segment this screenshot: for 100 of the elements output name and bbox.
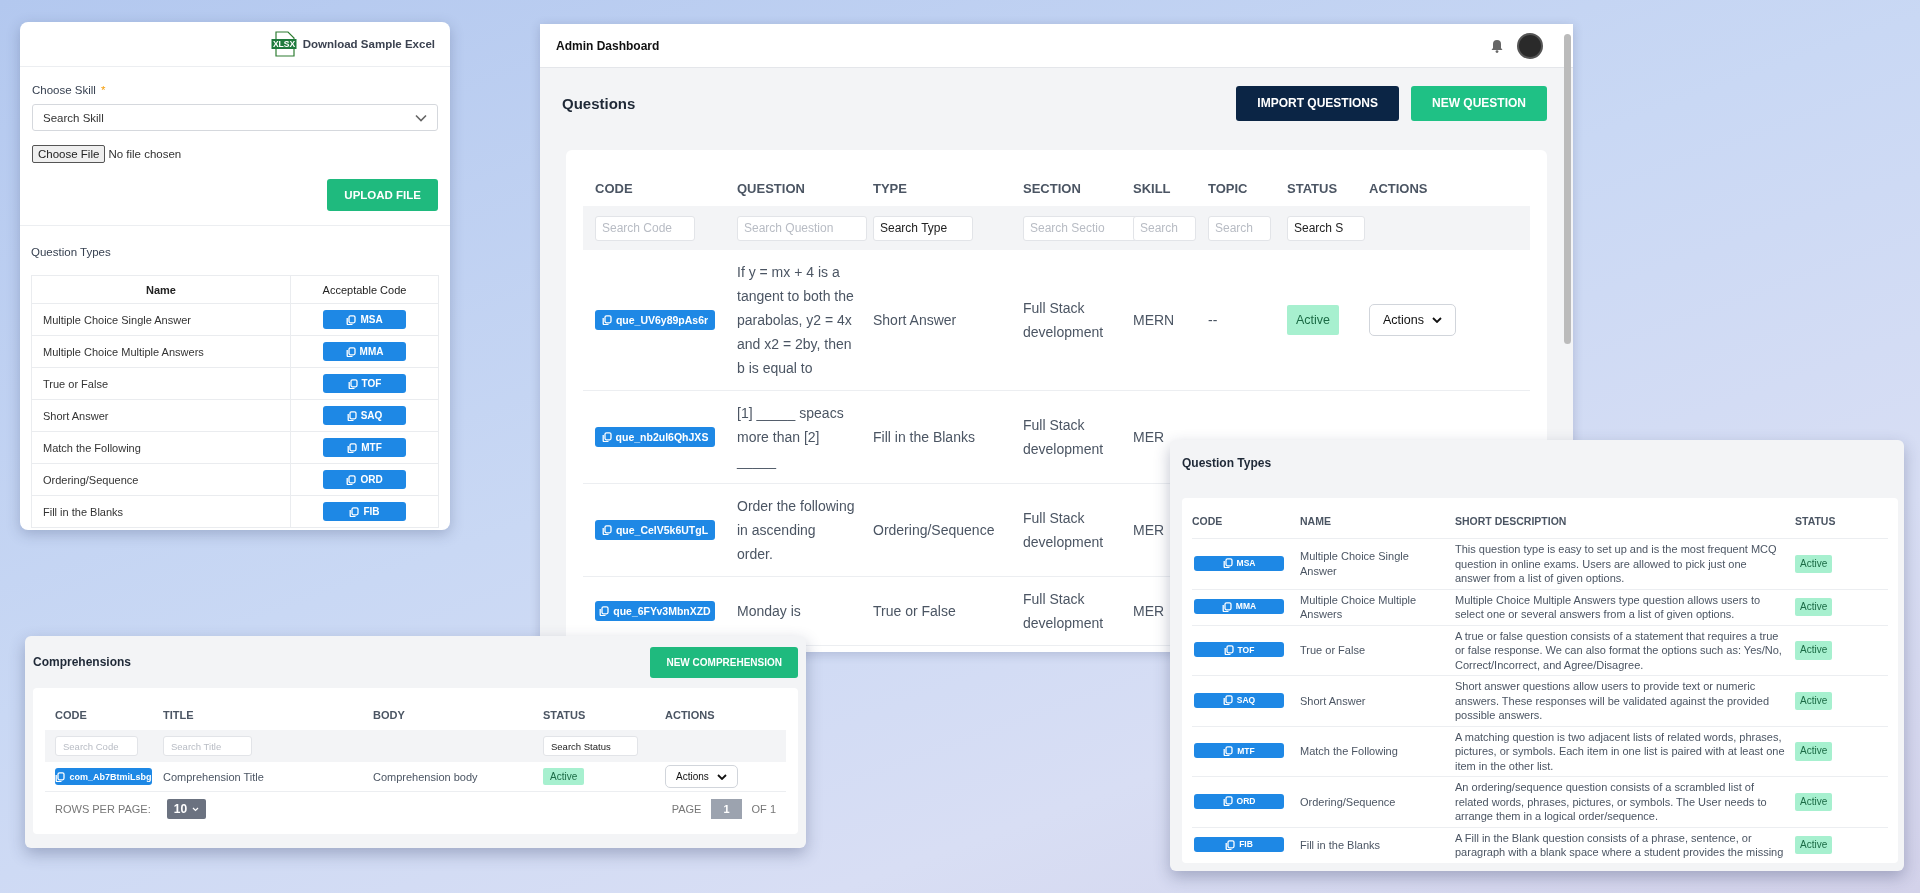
table-cell-text: Comprehension Title: [162, 770, 265, 783]
table-cell: Match the Following: [31, 431, 291, 464]
page-count: OF 1: [751, 803, 776, 815]
column-header: TYPE: [872, 180, 908, 196]
copy-code-button[interactable]: SAQ: [323, 406, 406, 425]
field-label: Choose Skill: [32, 84, 96, 96]
column-header: TOPIC: [1207, 180, 1249, 196]
status-badge: Active: [1795, 835, 1833, 855]
filter-select[interactable]: Search Status: [543, 736, 638, 756]
page-number-field[interactable]: 1: [711, 799, 742, 819]
rows-per-page-select[interactable]: 10: [166, 799, 207, 819]
status-badge: Active: [1795, 691, 1833, 710]
copy-code-button[interactable]: FIB: [323, 502, 406, 521]
status-badge: Active: [543, 768, 585, 785]
choose-file-button[interactable]: Choose File: [32, 145, 106, 163]
table-cell-text: True or False: [1300, 643, 1366, 658]
table-cell-text: Ordering/Sequence: [872, 521, 996, 540]
table-cell-text: [1] _____ speacs more than [2] _____: [735, 404, 845, 471]
copy-code-button[interactable]: ORD: [323, 470, 406, 489]
table-cell-text: A true or false question consists of a statement that requires a true or false response. We can also format the options such as: Yes/No, Correct/Incorrect, and Agree/Disagree.: [1455, 628, 1783, 672]
copy-code-button[interactable]: TOF: [1194, 642, 1284, 658]
table-cell: Short Answer: [31, 399, 291, 432]
table-cell-text: True or False: [872, 602, 957, 621]
column-header: NAME: [1300, 515, 1332, 527]
panel-title: Question Types: [1182, 455, 1273, 472]
table-cell: Ordering/Sequence: [31, 463, 291, 496]
upload-file-button[interactable]: UPLOAD FILE: [327, 179, 438, 211]
search-field[interactable]: Search: [1133, 215, 1196, 241]
copy-code-button[interactable]: MTF: [1194, 743, 1284, 759]
new-comprehension-button[interactable]: NEW COMPREHENSION: [650, 646, 798, 678]
status-badge: Active: [1287, 305, 1340, 335]
status-badge: Active: [1795, 641, 1833, 660]
download-sample-link[interactable]: XLSX Download Sample Excel: [270, 31, 435, 57]
copy-code-button[interactable]: que_6FYv3MbnXZD: [595, 601, 715, 621]
copy-code-button[interactable]: MMA: [1194, 599, 1284, 614]
copy-code-button[interactable]: MSA: [323, 310, 406, 329]
table-cell-text: Order the following in ascending order.: [736, 497, 856, 564]
column-header: SECTION: [1022, 180, 1082, 196]
column-header: SHORT DESCRIPTION: [1455, 515, 1568, 527]
copy-code-button[interactable]: que_nb2ul6QhJXS: [595, 427, 715, 447]
column-header: TITLE: [162, 709, 195, 721]
required-mark: *: [100, 84, 106, 96]
table-cell-text: Fill in the Blanks: [872, 428, 976, 447]
table-cell: Multiple Choice Multiple Answers: [31, 335, 291, 368]
table-cell: Multiple Choice Single Answer: [31, 303, 291, 336]
copy-code-button[interactable]: MMA: [323, 342, 406, 361]
page-label: PAGE: [671, 803, 702, 815]
table-cell: Fill in the Blanks: [31, 495, 291, 528]
column-header: ACTIONS: [664, 709, 716, 721]
filter-select[interactable]: Search Type: [873, 215, 973, 241]
status-badge: Active: [1795, 742, 1833, 761]
table-cell-text: Full Stack development: [1022, 509, 1105, 552]
copy-code-button[interactable]: ORD: [1194, 793, 1284, 809]
search-field[interactable]: Search Sectio: [1023, 215, 1138, 241]
copy-code-button[interactable]: SAQ: [1194, 692, 1284, 708]
table-cell-text: Match the Following: [1300, 744, 1399, 759]
column-header: STATUS: [1795, 515, 1837, 527]
filter-select[interactable]: Search S: [1287, 215, 1365, 241]
column-header: SKILL: [1132, 180, 1172, 196]
table-cell-text: Multiple Choice Multiple Answers type question allows users to select one or several answers from a list of given options.: [1455, 592, 1762, 622]
table-cell-text: If y = mx + 4 is a tangent to both the parabolas, y2 = 4x and x2 = 2by, then b is equal to: [736, 263, 855, 378]
actions-button[interactable]: Actions: [1369, 304, 1456, 336]
table-cell-text: Full Stack development: [1022, 416, 1105, 459]
column-header: CODE: [1192, 515, 1224, 527]
status-badge: Active: [1795, 792, 1833, 811]
search-field[interactable]: Search Title: [163, 736, 252, 756]
copy-code-button[interactable]: MSA: [1194, 555, 1284, 571]
import-questions-button[interactable]: IMPORT QUESTIONS: [1236, 85, 1399, 121]
copy-code-button[interactable]: FIB: [1194, 837, 1284, 852]
table-cell-text: Full Stack development: [1022, 299, 1105, 342]
new-question-button[interactable]: NEW QUESTION: [1411, 85, 1547, 121]
copy-code-button[interactable]: que_CelV5k6UTgL: [595, 520, 715, 540]
page-title: Questions: [562, 94, 636, 112]
search-field[interactable]: Search Question: [737, 215, 867, 241]
column-header: CODE: [54, 709, 88, 721]
panel-title: Comprehensions: [33, 655, 131, 669]
search-field[interactable]: Search: [1208, 215, 1271, 241]
copy-code-button[interactable]: TOF: [323, 374, 406, 393]
copy-code-button[interactable]: que_UV6y89pAs6r: [595, 310, 715, 330]
table-cell-text: Short Answer: [872, 311, 958, 330]
skill-select[interactable]: Search Skill: [32, 104, 438, 131]
column-header: Name: [31, 275, 291, 304]
search-field[interactable]: Search Code: [595, 215, 695, 241]
table-cell-text: A Fill in the Blank question consists of a phrase, sentence, or paragraph with a blank space where a student provides the missing: [1455, 830, 1785, 860]
column-header: QUESTION: [736, 180, 806, 196]
rows-per-page-label: ROWS PER PAGE:: [55, 803, 151, 815]
column-header: STATUS: [1286, 180, 1339, 196]
copy-code-button[interactable]: MTF: [323, 438, 406, 457]
table-cell-text: This question type is easy to set up and is the most frequent MCQ question in online exams. Users are allowed to pick just one answer from a list of given options.: [1455, 542, 1778, 586]
table-cell-text: Multiple Choice Multiple Answers: [1300, 592, 1418, 622]
table-cell-text: Monday is: [736, 602, 802, 621]
table-cell-text: An ordering/sequence question consists of a scrambled list of related words, phrases, pictures, or symbols. The User needs to arrange them in a logical order/sequence.: [1455, 780, 1768, 824]
table-cell-text: MER: [1132, 521, 1166, 540]
table-cell-text: Ordering/Sequence: [1300, 794, 1397, 809]
actions-button[interactable]: Actions: [665, 765, 738, 788]
copy-code-button[interactable]: com_Ab7BtmiLsbg: [55, 768, 152, 785]
column-header: STATUS: [542, 709, 587, 721]
status-badge: Active: [1795, 554, 1833, 573]
table-cell-text: Full Stack development: [1022, 590, 1105, 633]
search-field[interactable]: Search Code: [55, 736, 138, 756]
